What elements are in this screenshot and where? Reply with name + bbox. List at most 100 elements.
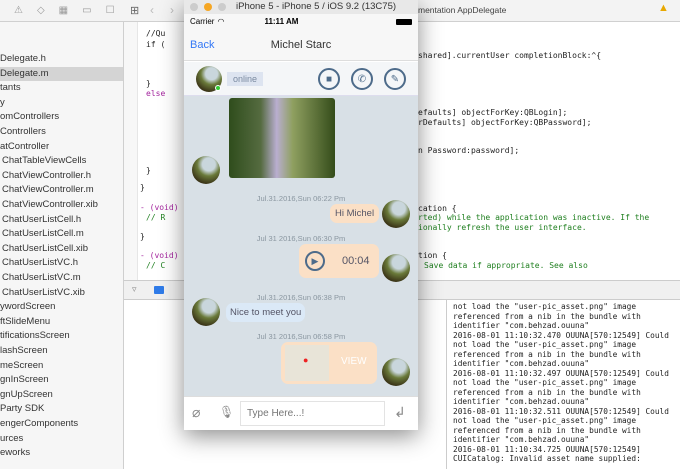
- code-line: - (void): [140, 251, 179, 260]
- navigator-item[interactable]: tificationsScreen: [0, 329, 123, 343]
- grid-icon[interactable]: ▦: [59, 5, 68, 16]
- navigator-item[interactable]: Party SDK: [0, 402, 123, 416]
- navigator-item[interactable]: omControllers: [0, 110, 123, 124]
- navigator-item[interactable]: ChatUserListVC.m: [0, 271, 123, 285]
- navigator-item[interactable]: engerComponents: [0, 417, 123, 431]
- navigator-item[interactable]: lashScreen: [0, 344, 123, 358]
- incoming-message[interactable]: Nice to meet you: [226, 303, 306, 322]
- attachment-icon[interactable]: ⌀: [192, 404, 200, 421]
- play-icon[interactable]: ▶: [305, 251, 325, 271]
- user-avatar: [382, 254, 410, 282]
- related-items-icon[interactable]: ⊞: [130, 4, 139, 17]
- comment-icon[interactable]: ☐: [106, 5, 115, 16]
- code-line: rted) while the application was inactive…: [418, 213, 650, 222]
- code-line: - (void): [140, 203, 179, 212]
- code-line: n Password:password];: [418, 146, 520, 155]
- navigator-item[interactable]: meScreen: [0, 359, 123, 373]
- message-timestamp: Jul 31 2016,Sun 06:58 Pm: [256, 332, 346, 341]
- code-line: Save data if appropriate. See also: [424, 261, 588, 270]
- navigator-item[interactable]: ChatUserListCell.h: [0, 213, 123, 227]
- navigator-item[interactable]: y: [0, 96, 123, 110]
- phone-call-icon[interactable]: ✆: [351, 68, 373, 90]
- edit-icon[interactable]: ✎: [384, 68, 406, 90]
- view-location-button[interactable]: VIEW: [341, 356, 367, 367]
- audio-message[interactable]: ▶ 00:04: [299, 244, 379, 278]
- battery-icon: [396, 18, 412, 25]
- microphone-icon[interactable]: 🎙: [219, 405, 234, 419]
- hide-debug-icon[interactable]: ▿: [132, 284, 137, 295]
- navigator-item[interactable]: gnUpScreen: [0, 388, 123, 402]
- back-nav-icon[interactable]: ‹: [150, 3, 154, 17]
- contact-avatar: [192, 156, 220, 184]
- code-line: else: [146, 89, 166, 98]
- chat-messages[interactable]: Jul.31.2016,Sun 06:22 Pm Hi Michel Jul 3…: [184, 96, 418, 396]
- code-line: efaults] objectForKey:QBLogin];: [418, 108, 568, 117]
- warning-icon[interactable]: ▲: [658, 2, 669, 14]
- navigator-toolbar: ⚠ ◇ ▦ ▭ ☐: [0, 0, 124, 22]
- location-message[interactable]: ● VIEW: [281, 342, 377, 384]
- navigator-item[interactable]: Delegate.h: [0, 52, 123, 66]
- code-line: if (: [146, 40, 166, 49]
- navigator-item[interactable]: ftSlideMenu: [0, 315, 123, 329]
- navigator-item[interactable]: atController: [0, 140, 123, 154]
- code-line: }: [140, 232, 145, 241]
- navigator-item[interactable]: ChatTableViewCells: [0, 154, 123, 168]
- breakpoint-icon[interactable]: ◇: [37, 5, 45, 16]
- simulator-title-bar: iPhone 5 - iPhone 5 / iOS 9.2 (13C75): [184, 0, 418, 14]
- breadcrumb[interactable]: mentation AppDelegate: [418, 5, 506, 15]
- code-line: ionally refresh the user interface.: [418, 223, 587, 232]
- code-line: // C: [146, 261, 166, 270]
- minimize-window-button[interactable]: [204, 3, 212, 11]
- user-avatar: [382, 358, 410, 386]
- code-line: cation {: [418, 204, 457, 213]
- simulator-title: iPhone 5 - iPhone 5 / iOS 9.2 (13C75): [236, 1, 397, 12]
- wifi-icon: ◠: [217, 17, 225, 26]
- navigation-bar: Back Michel Starc: [184, 29, 418, 61]
- zoom-window-button[interactable]: [218, 3, 226, 11]
- code-line: shared].currentUser completionBlock:^{: [418, 51, 602, 60]
- navigator-item[interactable]: Controllers: [0, 125, 123, 139]
- navigator-item[interactable]: ChatUserListCell.xib: [0, 242, 123, 256]
- navigator-item[interactable]: ywordScreen: [0, 300, 123, 314]
- code-line: }: [146, 79, 151, 88]
- navigator-item[interactable]: gnInScreen: [0, 373, 123, 387]
- code-line: //Qu: [146, 29, 166, 38]
- status-bar: Carrier ◠ 11:11 AM: [184, 14, 418, 29]
- message-composer: ⌀ 🎙 ↲: [184, 396, 418, 430]
- navigator-item[interactable]: ChatViewController.m: [0, 183, 123, 197]
- contact-avatar: [192, 298, 220, 326]
- message-timestamp: Jul 31 2016,Sun 06:30 Pm: [256, 234, 346, 243]
- breakpoints-toggle-icon[interactable]: [154, 286, 164, 294]
- navigator-item[interactable]: eworks: [0, 446, 123, 460]
- user-avatar: [382, 200, 410, 228]
- code-line: // R: [146, 213, 166, 222]
- message-timestamp: Jul.31.2016,Sun 06:38 Pm: [256, 293, 346, 302]
- code-line: tion {: [418, 251, 447, 260]
- close-window-button[interactable]: [190, 3, 198, 11]
- image-message[interactable]: [229, 98, 335, 178]
- code-line: rDefaults] objectForKey:QBPassword];: [418, 118, 592, 127]
- navigator-item[interactable]: tants: [0, 81, 123, 95]
- forward-nav-icon[interactable]: ›: [170, 3, 174, 17]
- video-call-icon[interactable]: ■: [318, 68, 340, 90]
- navigator-item[interactable]: ChatUserListVC.h: [0, 256, 123, 270]
- navigator-item[interactable]: ChatViewController.h: [0, 169, 123, 183]
- message-timestamp: Jul.31.2016,Sun 06:22 Pm: [256, 194, 346, 203]
- navigator-item[interactable]: ChatUserListVC.xib: [0, 286, 123, 300]
- navigator-item[interactable]: ChatViewController.xib: [0, 198, 123, 212]
- message-input[interactable]: [240, 401, 385, 426]
- warning-icon[interactable]: ⚠: [14, 5, 23, 16]
- console-output[interactable]: not load the "user-pic_asset.png" image …: [446, 300, 680, 469]
- audio-duration: 00:04: [342, 255, 370, 267]
- code-line: }: [146, 166, 151, 175]
- navigator-item[interactable]: urces: [0, 432, 123, 446]
- navigator-item[interactable]: ChatUserListCell.m: [0, 227, 123, 241]
- tag-icon[interactable]: ▭: [82, 5, 91, 16]
- send-icon[interactable]: ↲: [394, 404, 406, 421]
- navigator-item[interactable]: Delegate.m: [0, 66, 123, 81]
- outgoing-message[interactable]: Hi Michel: [330, 204, 380, 223]
- clock: 11:11 AM: [264, 17, 299, 26]
- chat-header: online ■ ✆ ✎: [184, 62, 418, 96]
- code-line: }: [140, 183, 145, 192]
- online-indicator: [215, 85, 221, 91]
